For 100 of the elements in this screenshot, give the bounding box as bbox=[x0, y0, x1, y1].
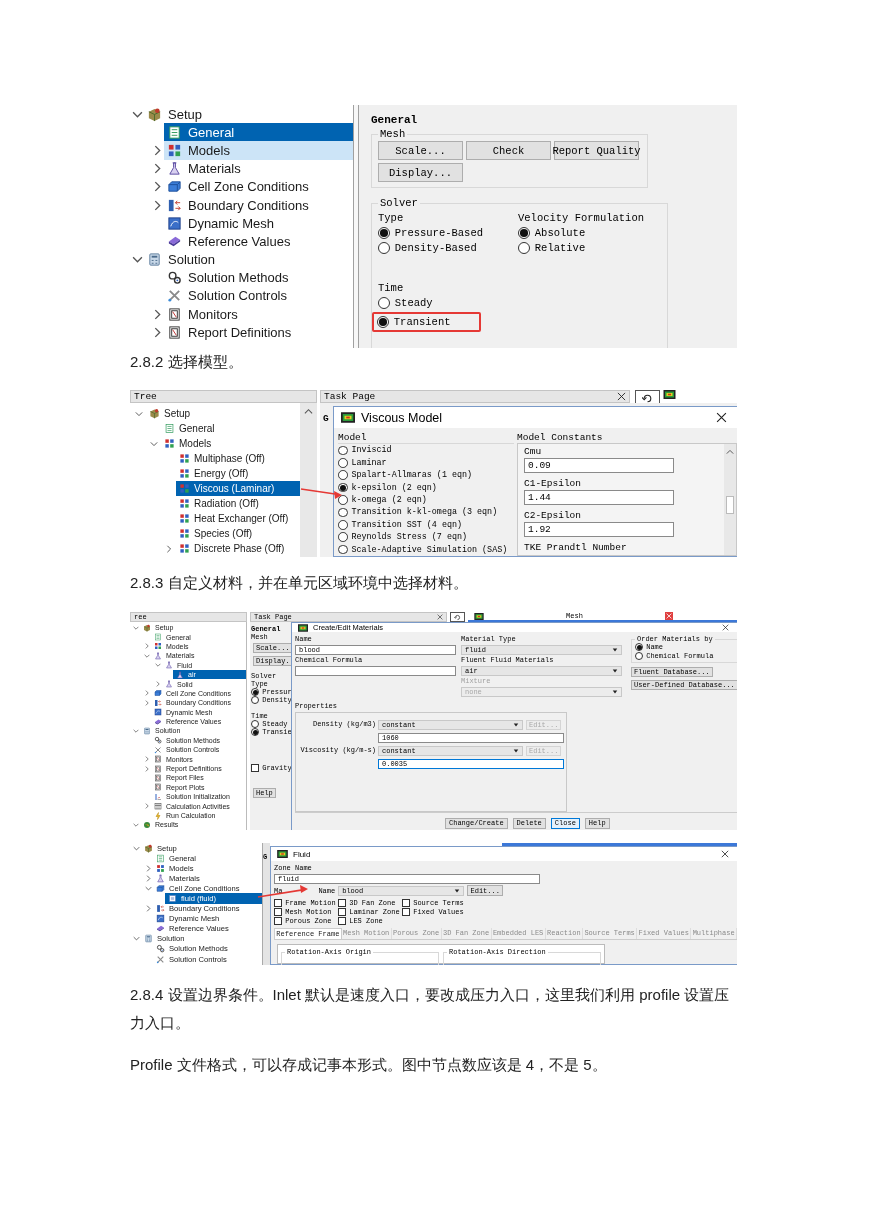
package-icon bbox=[147, 106, 162, 122]
calculator-icon bbox=[144, 934, 153, 944]
package-icon bbox=[144, 843, 153, 853]
radio-option[interactable]: Laminar bbox=[338, 457, 387, 469]
gears-icon bbox=[167, 270, 182, 286]
tree-item[interactable]: Setup bbox=[146, 406, 300, 421]
paragraph: 2.8.2 选择模型。 bbox=[130, 352, 244, 372]
tree-item[interactable]: Reference Values bbox=[164, 232, 353, 251]
group-label: Solver bbox=[379, 197, 419, 209]
undo-button[interactable] bbox=[450, 612, 465, 622]
mesh-button[interactable]: Report Quality bbox=[554, 141, 639, 160]
tree-item[interactable]: Radiation (Off) bbox=[176, 496, 300, 511]
group-label: Model Constants bbox=[517, 432, 604, 443]
radio-option[interactable]: Reynolds Stress (7 eqn) bbox=[338, 531, 468, 543]
flask-icon bbox=[165, 661, 173, 670]
mesh-button[interactable]: Display... bbox=[378, 163, 463, 182]
tree-item[interactable]: Models bbox=[164, 141, 353, 160]
close-icon[interactable] bbox=[721, 850, 729, 859]
tree-item[interactable]: Monitors bbox=[164, 305, 353, 324]
chevron-up-icon[interactable] bbox=[304, 407, 313, 416]
calculator-icon bbox=[143, 727, 151, 735]
tree-item[interactable]: Solution bbox=[144, 250, 353, 269]
grid-icon bbox=[179, 513, 190, 524]
app-icon bbox=[298, 623, 308, 632]
tree-item[interactable]: Discrete Phase (Off) bbox=[176, 541, 300, 556]
group-label: Model bbox=[338, 432, 367, 443]
grid-icon bbox=[156, 863, 165, 873]
mesh-button[interactable]: Scale... bbox=[378, 141, 463, 160]
calculator-icon bbox=[147, 252, 162, 268]
text-field[interactable]: 0.09 bbox=[524, 458, 674, 473]
radio-option[interactable]: Transition k-kl-omega (3 eqn) bbox=[338, 506, 498, 518]
radio-option[interactable]: Inviscid bbox=[338, 445, 392, 456]
grid-icon bbox=[179, 543, 190, 554]
grid-icon bbox=[179, 468, 190, 479]
boundary-icon bbox=[156, 904, 165, 914]
app-icon bbox=[474, 612, 484, 620]
flask-icon bbox=[165, 680, 173, 689]
paragraph: 2.8.3 自定义材料，并在单元区域环境中选择材料。 bbox=[130, 573, 469, 593]
text-field[interactable] bbox=[295, 665, 456, 676]
radio-option[interactable]: Pressure-Based bbox=[378, 227, 483, 240]
radio-option[interactable]: Spalart-Allmaras (1 eqn) bbox=[338, 469, 473, 481]
cube-icon bbox=[156, 883, 165, 893]
close-icon[interactable] bbox=[617, 392, 626, 401]
tools-icon bbox=[167, 288, 182, 304]
paragraph: 2.8.4 设置边界条件。Inlet 默认是速度入口，要改成压力入口，这里我们利用 profile 设置压力入口。 bbox=[130, 985, 731, 1033]
close-icon[interactable] bbox=[716, 412, 727, 423]
radio-option[interactable]: Absolute bbox=[518, 227, 586, 240]
chevron-up-icon[interactable] bbox=[726, 448, 734, 456]
tools-icon bbox=[156, 954, 165, 964]
caret-icon bbox=[612, 646, 618, 653]
tree-item[interactable]: Materials bbox=[164, 159, 353, 178]
chevron-down-icon[interactable] bbox=[131, 254, 143, 266]
tree-item[interactable]: Cell Zone Conditions bbox=[164, 177, 353, 196]
list-icon bbox=[154, 633, 162, 642]
flask-icon bbox=[156, 873, 165, 883]
gears-icon bbox=[154, 736, 162, 745]
cube-icon bbox=[167, 179, 182, 195]
tree-item[interactable]: General bbox=[164, 123, 353, 142]
text-field[interactable]: 1.44 bbox=[524, 490, 674, 505]
panel-title: Tree bbox=[134, 391, 157, 402]
panel-title: General bbox=[371, 114, 419, 126]
mesh-icon bbox=[154, 708, 162, 717]
radio-option[interactable]: Scale-Adaptive Simulation (SAS) bbox=[338, 544, 508, 555]
field-label: Cmu bbox=[524, 446, 543, 457]
group-label: Mesh bbox=[379, 128, 407, 140]
dialog-title: Viscous Model bbox=[361, 410, 444, 425]
tree-item[interactable]: Setup bbox=[144, 105, 353, 124]
field-label: Type bbox=[378, 212, 405, 224]
radio-option[interactable]: k-epsilon (2 eqn) bbox=[338, 482, 437, 493]
scrollbar-thumb[interactable] bbox=[726, 496, 734, 514]
radio-option[interactable]: Relative bbox=[518, 242, 586, 255]
tree-item[interactable]: Solution Methods bbox=[164, 268, 353, 287]
tree-item[interactable]: Multiphase (Off) bbox=[176, 451, 300, 466]
tree-item[interactable]: Solution Controls bbox=[164, 286, 353, 306]
tree-item[interactable]: Report Definitions bbox=[164, 323, 353, 342]
tree-item[interactable]: Models bbox=[161, 436, 300, 451]
chart-icon bbox=[154, 792, 162, 801]
tree-item[interactable]: Heat Exchanger (Off) bbox=[176, 511, 300, 526]
radio-option[interactable]: Steady bbox=[378, 297, 433, 310]
undo-icon bbox=[642, 393, 653, 404]
grid-icon bbox=[179, 453, 190, 464]
tree-item[interactable]: Energy (Off) bbox=[176, 466, 300, 481]
grid-icon bbox=[164, 438, 175, 449]
radio-option[interactable]: Transition SST (4 eqn) bbox=[338, 519, 462, 531]
tree-item[interactable]: General bbox=[161, 421, 300, 436]
radio-option[interactable]: Density-Based bbox=[378, 242, 477, 255]
boundary-icon bbox=[154, 698, 162, 707]
tree-item[interactable]: Species (Off) bbox=[176, 526, 300, 541]
tree-item[interactable]: Boundary Conditions bbox=[164, 195, 353, 215]
grid-icon bbox=[167, 142, 182, 158]
radio-option[interactable]: Transient bbox=[377, 316, 451, 329]
tools-icon bbox=[154, 745, 162, 754]
tree-item[interactable]: Dynamic Mesh bbox=[164, 214, 353, 233]
mesh-icon bbox=[167, 215, 182, 231]
tree-item[interactable]: Viscous (Laminar) bbox=[176, 481, 300, 496]
mesh-button[interactable]: Check bbox=[466, 141, 551, 160]
flask-icon bbox=[154, 651, 162, 660]
field-label: Velocity Formulation bbox=[518, 212, 646, 224]
globe-icon bbox=[143, 820, 151, 829]
text-field[interactable]: 1.92 bbox=[524, 522, 674, 537]
